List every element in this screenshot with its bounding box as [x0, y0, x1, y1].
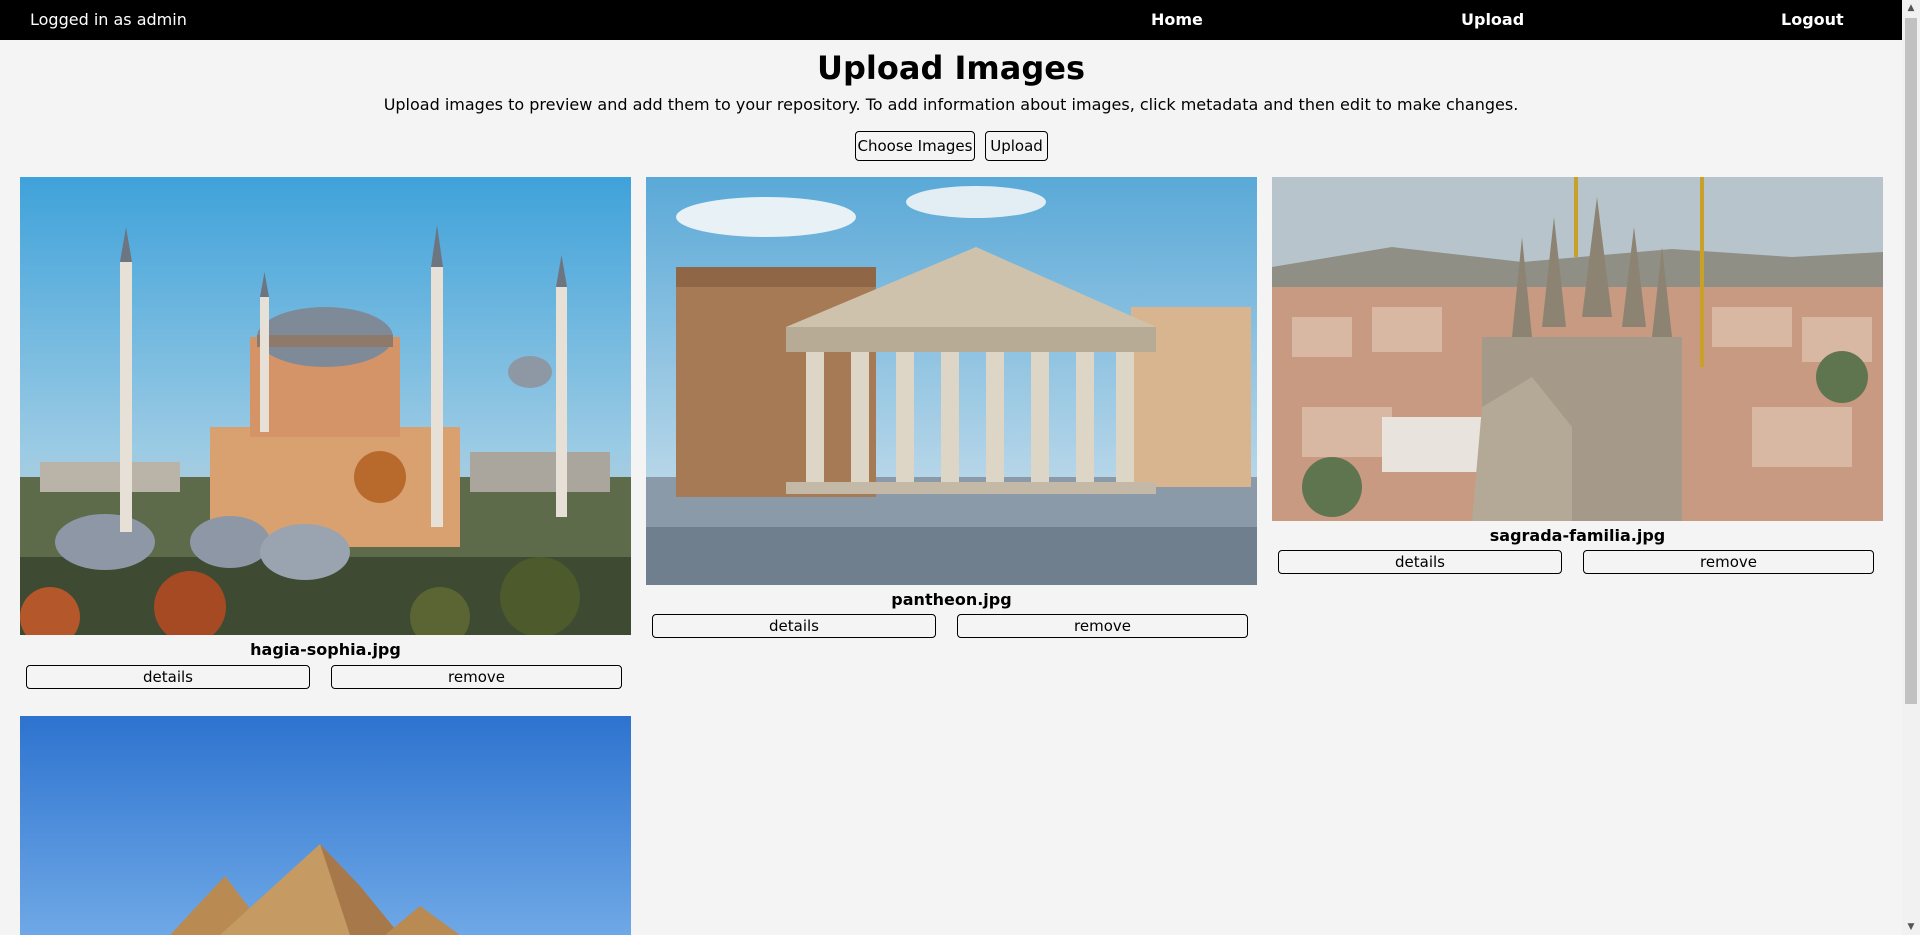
image-filename: hagia-sophia.jpg: [250, 640, 401, 659]
remove-button[interactable]: remove: [331, 665, 622, 689]
nav-home-link[interactable]: Home: [1151, 0, 1203, 40]
image-filename: sagrada-familia.jpg: [1489, 526, 1666, 545]
pyramids-image: [20, 716, 631, 935]
upload-button[interactable]: Upload: [985, 131, 1048, 161]
nav-upload-link[interactable]: Upload: [1461, 0, 1524, 40]
scroll-up-arrow-icon[interactable]: ▲: [1902, 0, 1920, 16]
details-button[interactable]: details: [26, 665, 310, 689]
hagia-sophia-image: [20, 177, 631, 635]
details-button[interactable]: details: [1278, 550, 1562, 574]
choose-images-button[interactable]: Choose Images: [855, 131, 975, 161]
image-filename: pantheon.jpg: [891, 590, 1012, 609]
details-button[interactable]: details: [652, 614, 936, 638]
image-card: [20, 716, 631, 935]
logged-in-user-text: Logged in as admin: [30, 10, 187, 29]
nav-logout-link[interactable]: Logout: [1781, 0, 1844, 40]
page-description: Upload images to preview and add them to…: [383, 95, 1519, 114]
page-scrollbar[interactable]: ▲ ▼: [1902, 0, 1920, 935]
scroll-down-arrow-icon[interactable]: ▼: [1902, 919, 1920, 935]
image-card: hagia-sophia.jpg details remove: [20, 177, 631, 690]
remove-button[interactable]: remove: [1583, 550, 1874, 574]
image-card: pantheon.jpg details remove: [646, 177, 1257, 639]
sagrada-familia-image: [1272, 177, 1883, 521]
image-card: sagrada-familia.jpg details remove: [1272, 177, 1883, 575]
pantheon-image: [646, 177, 1257, 585]
scrollbar-thumb[interactable]: [1905, 18, 1917, 704]
top-navbar: Logged in as admin Home Upload Logout: [0, 0, 1902, 40]
remove-button[interactable]: remove: [957, 614, 1248, 638]
page-title: Upload Images: [817, 49, 1085, 87]
